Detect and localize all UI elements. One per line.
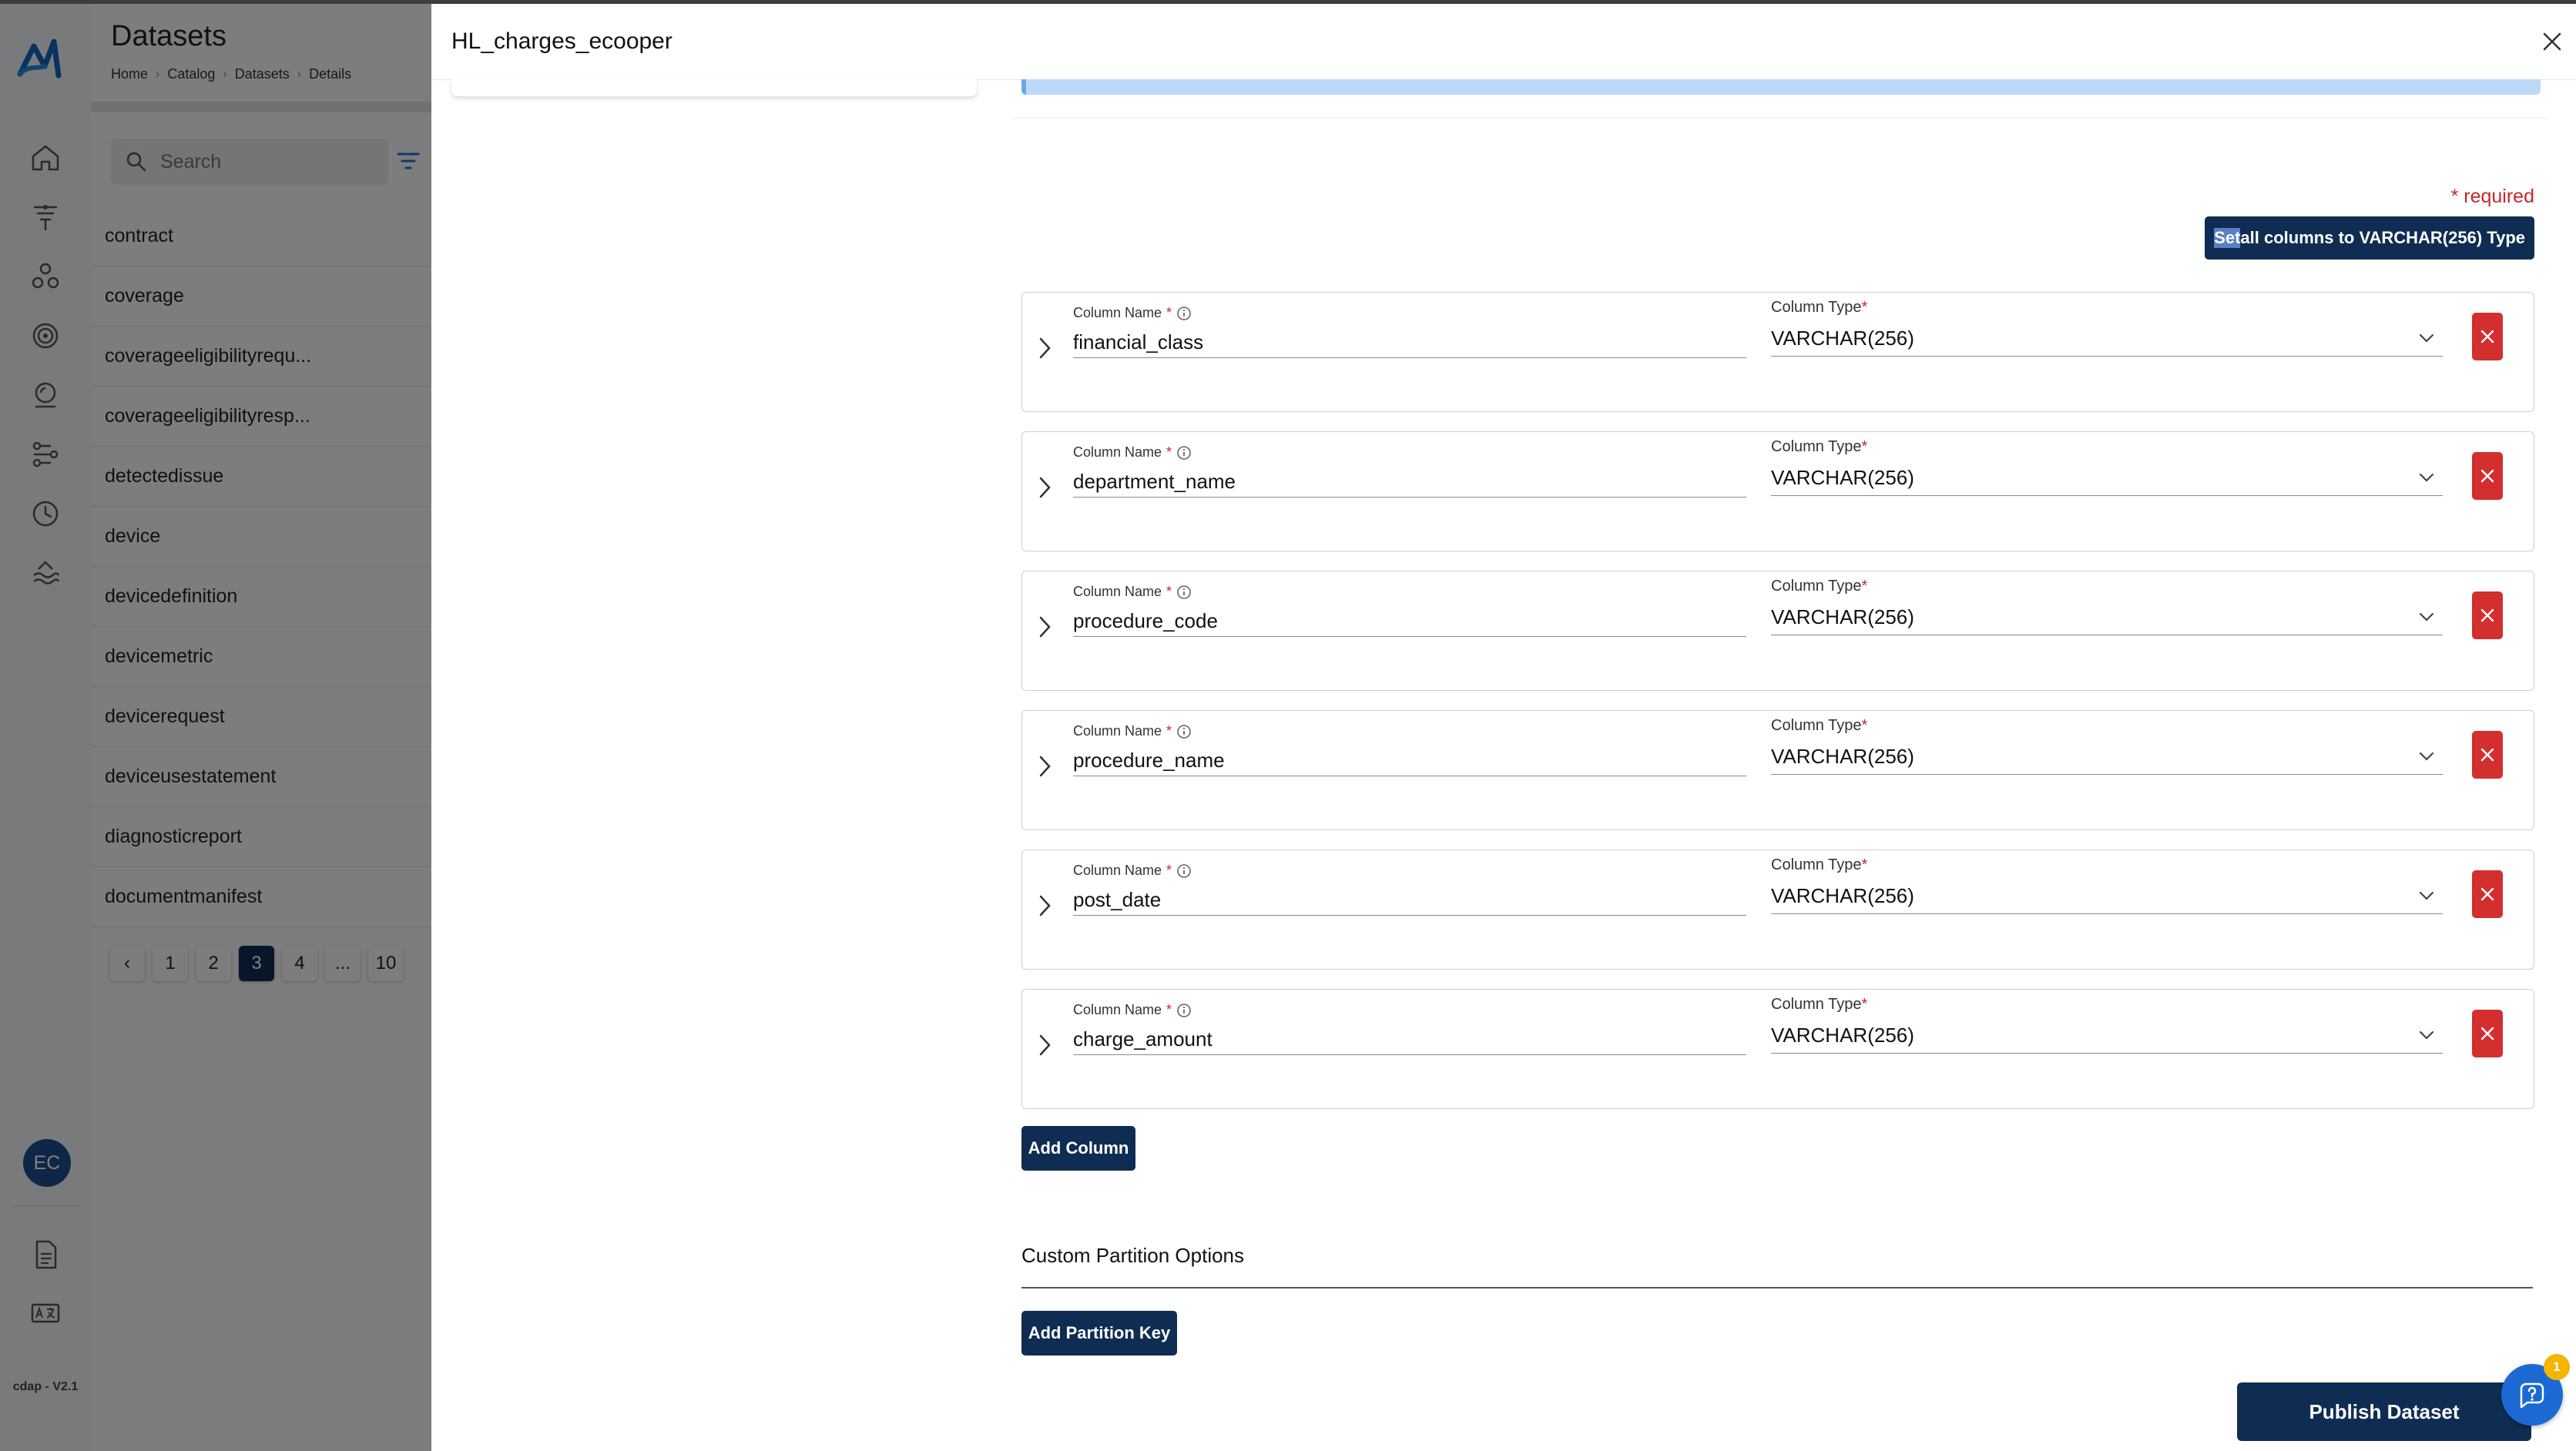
help-notification-badge: 1 (2544, 1354, 2570, 1380)
column-type-select[interactable]: VARCHAR(256) (1771, 320, 2443, 357)
column-row: Column Name* Column Type* VARCHAR(256) (1021, 292, 2534, 412)
required-star: * (1166, 1002, 1172, 1017)
column-name-input[interactable] (1073, 327, 1746, 358)
required-star: * (1861, 856, 1868, 873)
column-row: Column Name* Column Type* VARCHAR(256) (1021, 431, 2534, 551)
close-icon (2480, 887, 2494, 901)
close-icon (2480, 608, 2494, 622)
expand-chevron-icon[interactable] (1035, 752, 1055, 780)
column-type-value: VARCHAR(256) (1771, 605, 1914, 628)
required-star: * (1166, 584, 1172, 599)
required-star: * (1861, 717, 1868, 734)
delete-column-button[interactable] (2472, 870, 2503, 918)
delete-column-button[interactable] (2472, 591, 2503, 639)
info-icon[interactable] (1176, 585, 1192, 600)
column-type-select[interactable]: VARCHAR(256) (1771, 878, 2443, 914)
column-type-select[interactable]: VARCHAR(256) (1771, 460, 2443, 496)
modal-title: HL_charges_ecooper (451, 28, 673, 54)
column-type-label: Column Type* (1771, 856, 1868, 873)
column-row: Column Name* Column Type* VARCHAR(256) (1021, 571, 2534, 691)
info-icon[interactable] (1176, 1003, 1192, 1018)
modal-header: HL_charges_ecooper (431, 4, 2576, 80)
column-row: Column Name* Column Type* VARCHAR(256) (1021, 849, 2534, 970)
column-row: Column Name* Column Type* VARCHAR(256) (1021, 710, 2534, 830)
add-partition-key-button[interactable]: Add Partition Key (1021, 1311, 1177, 1355)
required-star: * (1861, 578, 1868, 595)
delete-column-button[interactable] (2472, 313, 2503, 360)
close-icon (2480, 330, 2494, 343)
column-name-label: Column Name * (1073, 863, 1192, 879)
help-chat-icon (2520, 1382, 2544, 1409)
set-all-varchar-button[interactable]: Set all columns to VARCHAR(256) Type (2205, 216, 2534, 260)
column-type-value: VARCHAR(256) (1771, 326, 1914, 350)
column-type-value: VARCHAR(256) (1771, 1023, 1914, 1047)
top-border (0, 0, 2576, 4)
column-name-input[interactable] (1073, 605, 1746, 637)
expand-chevron-icon[interactable] (1035, 613, 1055, 641)
chevron-down-icon[interactable] (2417, 886, 2437, 906)
expand-chevron-icon[interactable] (1035, 1031, 1055, 1059)
delete-column-button[interactable] (2472, 452, 2503, 500)
chevron-down-icon[interactable] (2417, 328, 2437, 348)
column-name-label: Column Name * (1073, 1002, 1192, 1018)
column-type-label: Column Type* (1771, 578, 1868, 595)
publish-dataset-button[interactable]: Publish Dataset (2237, 1382, 2531, 1441)
left-card (451, 79, 977, 96)
chevron-down-icon[interactable] (2417, 607, 2437, 627)
info-icon[interactable] (1176, 724, 1192, 739)
custom-partition-heading: Custom Partition Options (1021, 1244, 1245, 1267)
delete-column-button[interactable] (2472, 1010, 2503, 1057)
dataset-modal: HL_charges_ecooper * required Set all co… (431, 4, 2576, 1451)
column-name-input[interactable] (1073, 1024, 1746, 1055)
modal-backdrop[interactable] (0, 0, 431, 1451)
required-star: * (1861, 299, 1868, 316)
column-name-label: Column Name * (1073, 444, 1192, 461)
add-column-button[interactable]: Add Column (1021, 1126, 1135, 1171)
column-name-input[interactable] (1073, 745, 1746, 776)
info-banner (1021, 79, 2541, 95)
close-icon (2480, 1027, 2494, 1040)
section-divider (1011, 118, 2548, 119)
column-name-label: Column Name * (1073, 584, 1192, 600)
chevron-down-icon[interactable] (2417, 1025, 2437, 1045)
info-icon[interactable] (1176, 863, 1192, 879)
chevron-down-icon[interactable] (2417, 467, 2437, 488)
required-star: * (1861, 996, 1868, 1013)
column-type-label: Column Type* (1771, 438, 1868, 455)
info-icon[interactable] (1176, 306, 1192, 321)
info-icon[interactable] (1176, 445, 1192, 461)
expand-chevron-icon[interactable] (1035, 334, 1055, 362)
column-type-value: VARCHAR(256) (1771, 465, 1914, 489)
set-all-label-selected: Set (2214, 228, 2241, 248)
close-icon (2480, 469, 2494, 483)
column-name-label: Column Name * (1073, 305, 1192, 321)
expand-chevron-icon[interactable] (1035, 892, 1055, 920)
column-type-value: VARCHAR(256) (1771, 744, 1914, 768)
column-name-input[interactable] (1073, 466, 1746, 498)
column-type-select[interactable]: VARCHAR(256) (1771, 1017, 2443, 1054)
chevron-down-icon[interactable] (2417, 746, 2437, 766)
required-star: * (1166, 305, 1172, 320)
close-icon (2480, 748, 2494, 762)
delete-column-button[interactable] (2472, 731, 2503, 779)
column-row: Column Name* Column Type* VARCHAR(256) (1021, 989, 2534, 1109)
partition-divider (1021, 1287, 2533, 1288)
column-name-input[interactable] (1073, 884, 1746, 916)
close-icon[interactable] (2539, 28, 2565, 55)
required-star: * (1166, 723, 1172, 739)
expand-chevron-icon[interactable] (1035, 474, 1055, 501)
column-name-label: Column Name * (1073, 723, 1192, 739)
required-note: * required (2450, 186, 2534, 207)
required-star: * (1166, 863, 1172, 878)
required-star: * (1861, 438, 1868, 455)
column-type-select[interactable]: VARCHAR(256) (1771, 739, 2443, 775)
column-type-value: VARCHAR(256) (1771, 883, 1914, 907)
column-type-label: Column Type* (1771, 996, 1868, 1013)
required-star: * (1166, 444, 1172, 460)
column-type-label: Column Type* (1771, 299, 1868, 316)
column-type-label: Column Type* (1771, 717, 1868, 734)
column-type-select[interactable]: VARCHAR(256) (1771, 599, 2443, 635)
set-all-label: all columns to VARCHAR(256) Type (2240, 228, 2525, 247)
